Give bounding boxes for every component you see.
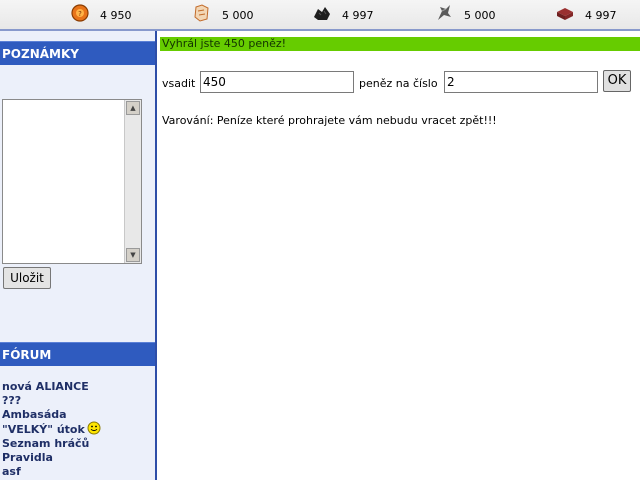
forum-link-aliance[interactable]: nová ALIANCE xyxy=(2,380,101,394)
ok-button[interactable]: OK xyxy=(603,70,631,92)
notes-textarea[interactable]: ▲ ▼ xyxy=(2,99,142,264)
bet-amount-input[interactable] xyxy=(200,71,354,93)
sidebar: POZNÁMKY ▲ ▼ Uložit FÓRUM nová ALIANCE ?… xyxy=(0,31,157,480)
win-message: Vyhrál jste 450 peněz! xyxy=(160,37,640,51)
forum-link-pravidla[interactable]: Pravidla xyxy=(2,451,101,465)
notes-text xyxy=(3,100,141,104)
save-notes-button[interactable]: Uložit xyxy=(3,267,51,289)
svg-text:?: ? xyxy=(78,10,82,18)
resource-bar: ? 4 950 5 000 4 997 5 000 4 997 xyxy=(0,0,640,31)
stone-bag-icon xyxy=(194,4,209,22)
iron-ore-icon xyxy=(438,5,451,20)
forum-link-asf[interactable]: asf xyxy=(2,465,101,479)
bet-label: vsadit xyxy=(162,77,196,90)
smiley-icon xyxy=(87,421,101,435)
scroll-up-icon[interactable]: ▲ xyxy=(126,101,140,115)
coal-pile-icon xyxy=(314,7,330,20)
forum-list: nová ALIANCE ??? Ambasáda "VELKÝ" útok S… xyxy=(2,380,101,479)
number-label: peněz na číslo xyxy=(359,77,438,90)
bet-number-input[interactable] xyxy=(444,71,598,93)
forum-link-velky-utok[interactable]: "VELKÝ" útok xyxy=(2,421,101,437)
brick-icon xyxy=(557,8,573,20)
warning-text: Varování: Peníze které prohrajete vám ne… xyxy=(162,114,497,127)
forum-link-ambasada[interactable]: Ambasáda xyxy=(2,408,101,422)
notes-heading: POZNÁMKY xyxy=(0,41,155,65)
forum-link-question[interactable]: ??? xyxy=(2,394,101,408)
forum-heading: FÓRUM xyxy=(0,342,155,366)
bet-form: vsadit peněz na číslo OK xyxy=(162,70,640,93)
orange-coin-icon: ? xyxy=(71,4,89,22)
forum-link-seznam-hracu[interactable]: Seznam hráčů xyxy=(2,437,101,451)
scroll-down-icon[interactable]: ▼ xyxy=(126,248,140,262)
forum-link-velky-utok-label: "VELKÝ" útok xyxy=(2,423,85,437)
notes-scrollbar[interactable]: ▲ ▼ xyxy=(124,100,141,263)
